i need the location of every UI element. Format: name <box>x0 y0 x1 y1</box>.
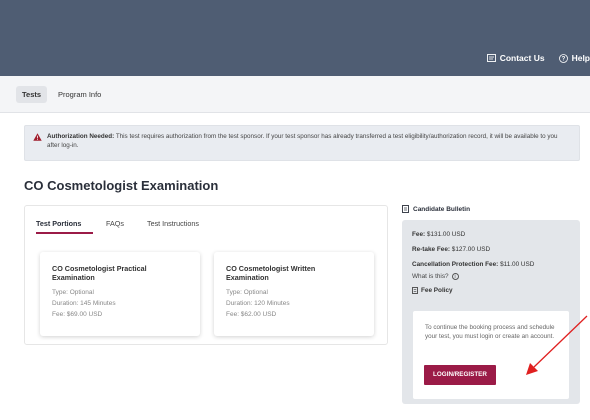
contact-us-link[interactable]: Contact Us <box>486 53 545 63</box>
candidate-bulletin-label: Candidate Bulletin <box>413 205 471 213</box>
card-title: CO Cosmetologist Practical Examination <box>52 264 147 282</box>
help-label: Help <box>571 53 590 63</box>
fee-policy-label: Fee Policy <box>421 287 453 294</box>
page-title: CO Cosmetologist Examination <box>24 178 219 193</box>
help-icon: ? <box>558 53 568 63</box>
contact-us-label: Contact Us <box>499 53 545 63</box>
candidate-bulletin-link[interactable]: Candidate Bulletin <box>402 205 470 213</box>
tab-test-portions[interactable]: Test Portions <box>36 219 81 228</box>
fee-row: Fee: $131.00 USD <box>412 231 465 238</box>
card-type: Type: Optional <box>226 289 268 296</box>
alert-heading: Authorization Needed: <box>47 133 115 140</box>
card-fee: Fee: $62.00 USD <box>226 311 277 318</box>
login-prompt-box: To continue the booking process and sche… <box>413 311 569 399</box>
cancellation-fee-row: Cancellation Protection Fee: $11.00 USD <box>412 261 534 268</box>
document-icon <box>412 287 418 294</box>
cancellation-fee-label: Cancellation Protection Fee: <box>412 261 499 268</box>
card-duration: Duration: 145 Minutes <box>52 300 116 307</box>
test-portion-card[interactable]: CO Cosmetologist Practical Examination T… <box>40 252 200 336</box>
what-is-this-link[interactable]: What is this? i <box>412 273 459 280</box>
fee-value: $131.00 USD <box>426 231 466 238</box>
fee-sidebar: Fee: $131.00 USD Re-take Fee: $127.00 US… <box>402 220 580 404</box>
retake-fee-row: Re-take Fee: $127.00 USD <box>412 246 490 253</box>
document-icon <box>402 205 409 213</box>
cancellation-fee-value: $11.00 USD <box>500 261 535 268</box>
card-duration: Duration: 120 Minutes <box>226 300 290 307</box>
fee-policy-link[interactable]: Fee Policy <box>412 287 453 294</box>
tab-test-instructions[interactable]: Test Instructions <box>147 219 199 228</box>
svg-text:?: ? <box>561 56 565 62</box>
header-links: Contact Us ? Help <box>473 53 590 63</box>
active-tab-indicator <box>36 232 93 234</box>
test-portion-card[interactable]: CO Cosmetologist Written Examination Typ… <box>214 252 374 336</box>
info-icon: i <box>451 273 459 280</box>
login-prompt-text: To continue the booking process and sche… <box>425 324 555 340</box>
tab-faqs[interactable]: FAQs <box>106 219 124 228</box>
retake-fee-value: $127.00 USD <box>451 246 491 253</box>
test-details-panel: Test Portions FAQs Test Instructions CO … <box>24 205 388 345</box>
top-header: Contact Us ? Help <box>0 0 590 76</box>
card-fee: Fee: $69.00 USD <box>52 311 103 318</box>
alert-message: This test requires authorization from th… <box>47 133 558 149</box>
card-title: CO Cosmetologist Written Examination <box>226 264 316 282</box>
warning-icon <box>33 133 42 141</box>
help-link[interactable]: ? Help <box>558 53 590 63</box>
authorization-alert: Authorization Needed: This test requires… <box>24 125 580 161</box>
login-register-button[interactable]: LOGIN/REGISTER <box>424 365 496 385</box>
retake-fee-label: Re-take Fee: <box>412 246 451 253</box>
tab-tests[interactable]: Tests <box>16 86 48 103</box>
card-type: Type: Optional <box>52 289 94 296</box>
what-is-this-label: What is this? <box>412 273 449 280</box>
page-tabs: Tests Program Info <box>0 76 590 113</box>
fee-label: Fee: <box>412 231 426 238</box>
contact-icon <box>486 54 496 62</box>
tab-program-info[interactable]: Program Info <box>58 86 101 103</box>
